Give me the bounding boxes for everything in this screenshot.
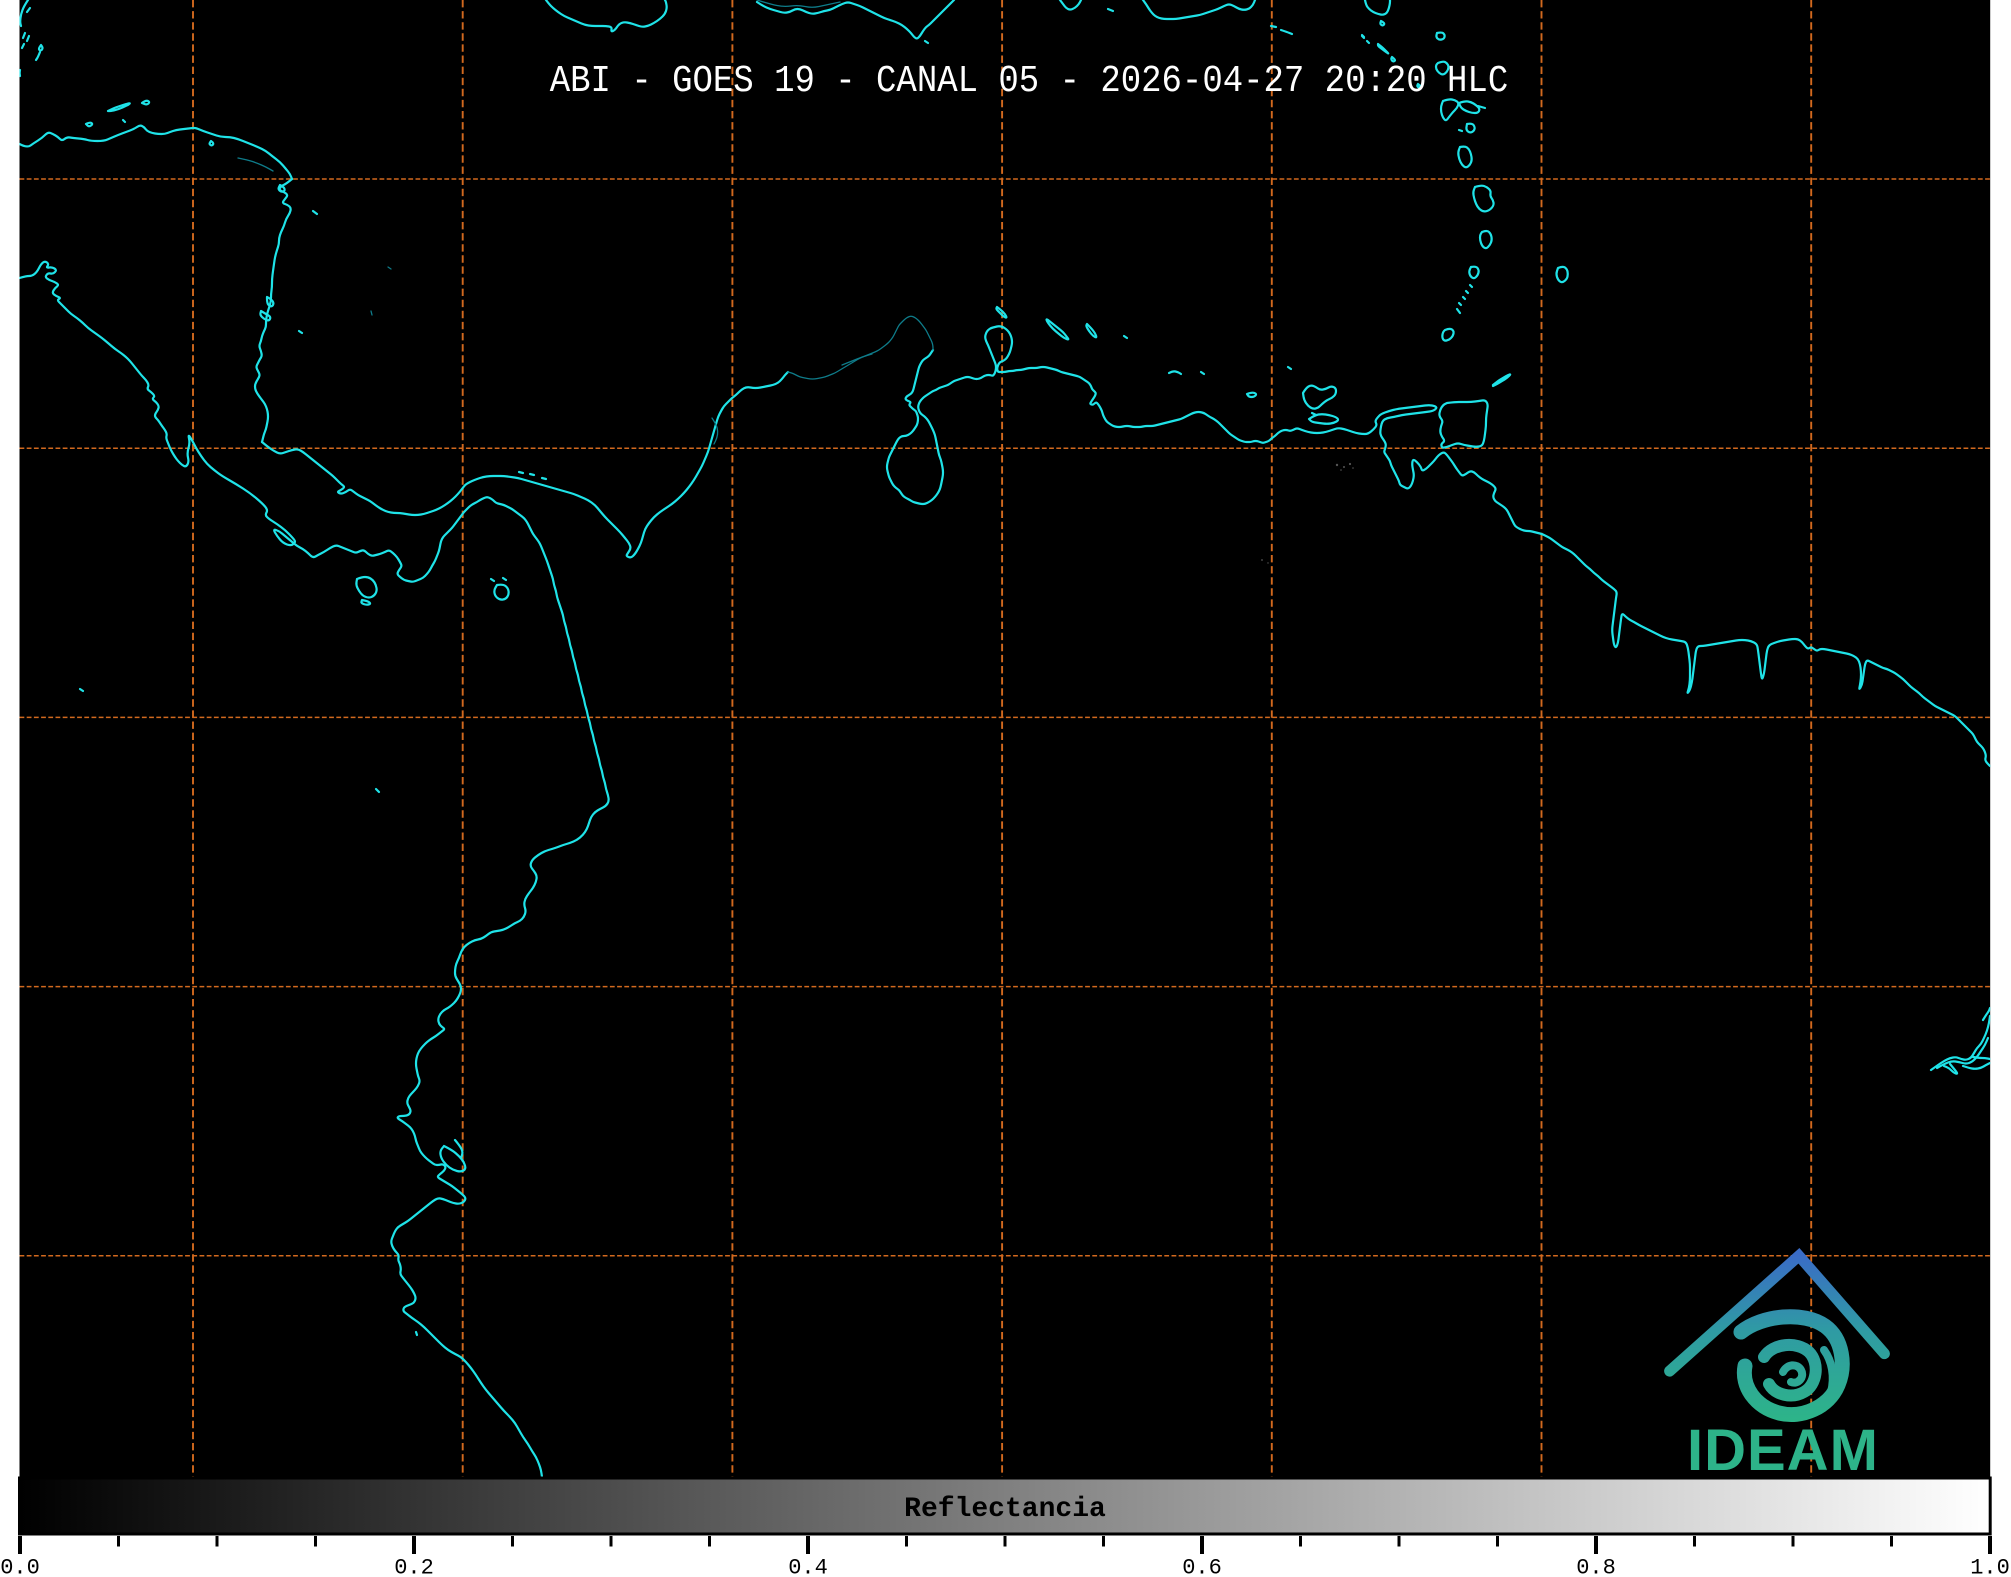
svg-text:0.4: 0.4 [788, 1556, 828, 1577]
svg-text:1.0: 1.0 [1970, 1556, 2010, 1577]
svg-text:0.8: 0.8 [1576, 1556, 1616, 1577]
svg-text:IDEAM: IDEAM [1687, 1418, 1879, 1483]
svg-text:Reflectancia: Reflectancia [904, 1494, 1106, 1525]
svg-text:0.6: 0.6 [1182, 1556, 1222, 1577]
svg-text:ABI - GOES 19 - CANAL 05 - 202: ABI - GOES 19 - CANAL 05 - 2026-04-27 20… [550, 59, 1508, 102]
svg-text:0.0: 0.0 [0, 1556, 40, 1577]
svg-text:0.2: 0.2 [394, 1556, 434, 1577]
